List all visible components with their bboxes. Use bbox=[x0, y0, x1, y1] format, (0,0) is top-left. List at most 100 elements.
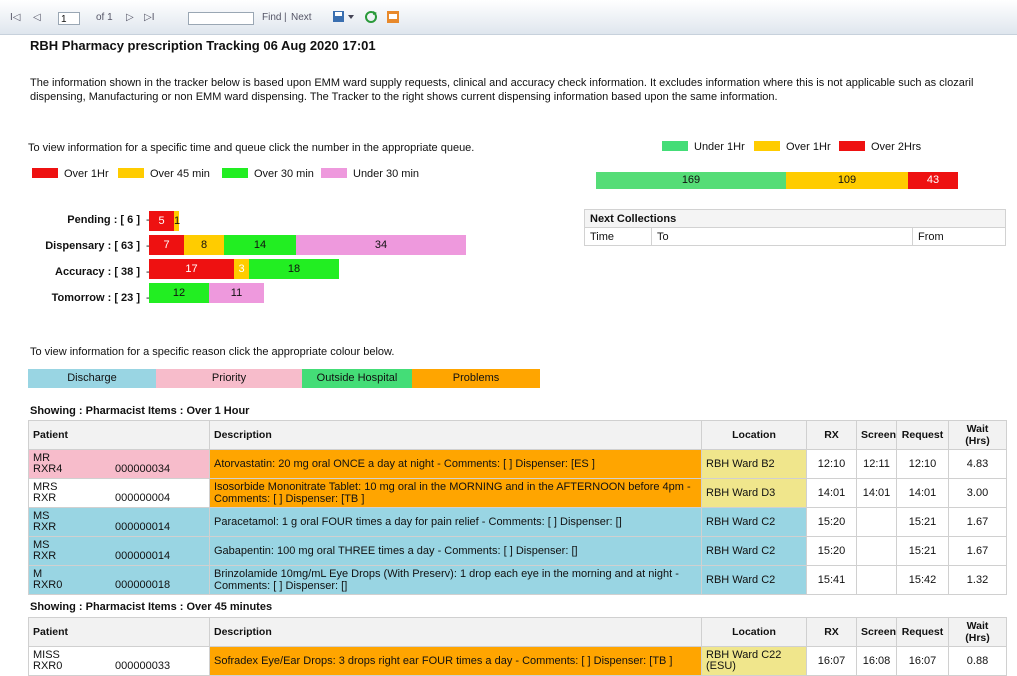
column-screen: Screen bbox=[856, 420, 897, 450]
location-cell: RBH Ward D3 bbox=[701, 478, 807, 508]
table-row[interactable]: M RXR0 000000018 Brinzolamide 10mg/mL Eye … bbox=[28, 565, 1007, 595]
request-cell: 15:21 bbox=[896, 536, 949, 566]
queue-label-pending: Pending : [ 6 ] bbox=[67, 214, 140, 226]
column-request: Request bbox=[896, 420, 949, 450]
screen-cell: 14:01 bbox=[856, 478, 897, 508]
find-link[interactable]: Find bbox=[262, 12, 281, 23]
location-cell: RBH Ward C22 (ESU) bbox=[701, 646, 807, 676]
description-cell[interactable]: Gabapentin: 100 mg oral THREE times a da… bbox=[209, 536, 702, 566]
wait-cell: 1.67 bbox=[948, 507, 1007, 537]
queue-bar-segment[interactable]: 17 bbox=[149, 259, 234, 279]
table-row[interactable]: MISS RXR0 000000033 Sofradex Eye/Ear Drops… bbox=[28, 646, 1007, 676]
queue-bar-segment[interactable]: 14 bbox=[224, 235, 296, 255]
tracker-bar-under-1hr[interactable]: 169 bbox=[596, 172, 786, 189]
column-wait: Wait (Hrs) bbox=[948, 420, 1007, 450]
first-page-icon[interactable]: I◁ bbox=[10, 12, 20, 23]
queue-bar-segment[interactable]: 1 bbox=[174, 211, 180, 231]
patient-cell[interactable]: MRS RXR 000000004 bbox=[28, 478, 210, 508]
report-toolbar: I◁ ◁ 1 of 1 ▷ ▷I Find | Next bbox=[0, 0, 1017, 35]
column-location: Location bbox=[701, 420, 807, 450]
queue-hint: To view information for a specific time … bbox=[28, 142, 475, 154]
queue-label-accuracy: Accuracy : [ 38 ] bbox=[55, 266, 140, 278]
reason-outside-hospital-button[interactable]: Outside Hospital bbox=[302, 369, 412, 388]
find-separator: | bbox=[284, 12, 287, 23]
wait-cell: 3.00 bbox=[948, 478, 1007, 508]
column-wait: Wait (Hrs) bbox=[948, 617, 1007, 647]
request-cell: 12:10 bbox=[896, 449, 949, 479]
queue-bar-segment[interactable]: 12 bbox=[149, 283, 209, 303]
table-row[interactable]: MRS RXR 000000004 Isosorbide Mononitrate T… bbox=[28, 478, 1007, 508]
legend-swatch bbox=[839, 141, 865, 151]
find-input[interactable] bbox=[188, 12, 254, 25]
previous-page-icon[interactable]: ◁ bbox=[33, 12, 41, 23]
screen-cell bbox=[856, 565, 897, 595]
patient-cell[interactable]: MR RXR4 000000034 bbox=[28, 449, 210, 479]
pharmacist-items-table-over-1-hour: Patient Description Location RX Screen R… bbox=[28, 420, 1007, 595]
reason-priority-button[interactable]: Priority bbox=[156, 369, 302, 388]
description-cell[interactable]: Isosorbide Mononitrate Tablet: 10 mg ora… bbox=[209, 478, 702, 508]
queue-legend-under-30: Under 30 min bbox=[321, 168, 419, 180]
legend-swatch bbox=[662, 141, 688, 151]
rx-cell: 16:07 bbox=[806, 646, 857, 676]
print-icon[interactable] bbox=[386, 10, 400, 27]
next-collections-table: Next Collections Time To From bbox=[584, 209, 1006, 246]
rx-cell: 15:41 bbox=[806, 565, 857, 595]
rx-cell: 15:20 bbox=[806, 536, 857, 566]
reason-problems-button[interactable]: Problems bbox=[412, 369, 540, 388]
screen-cell: 16:08 bbox=[856, 646, 897, 676]
location-cell: RBH Ward C2 bbox=[701, 536, 807, 566]
queue-bar-segment[interactable]: 3 bbox=[234, 259, 249, 279]
table-header-row: Patient Description Location RX Screen R… bbox=[28, 617, 1007, 647]
next-page-icon[interactable]: ▷ bbox=[126, 12, 134, 23]
queue-legend-over-45: Over 45 min bbox=[118, 168, 210, 180]
patient-cell[interactable]: MS RXR 000000014 bbox=[28, 507, 210, 537]
pharmacist-items-table-over-45-minutes: Patient Description Location RX Screen R… bbox=[28, 617, 1007, 676]
screen-cell bbox=[856, 507, 897, 537]
patient-cell[interactable]: MISS RXR0 000000033 bbox=[28, 646, 210, 676]
find-next-link[interactable]: Next bbox=[291, 12, 312, 23]
table-row[interactable]: MS RXR 000000014 Paracetamol: 1 g oral FOU… bbox=[28, 507, 1007, 537]
wait-cell: 4.83 bbox=[948, 449, 1007, 479]
column-request: Request bbox=[896, 617, 949, 647]
legend-swatch bbox=[222, 168, 248, 178]
description-cell[interactable]: Atorvastatin: 20 mg oral ONCE a day at n… bbox=[209, 449, 702, 479]
table-row[interactable]: MS RXR 000000014 Gabapentin: 100 mg oral T… bbox=[28, 536, 1007, 566]
queue-bar-segment[interactable]: 18 bbox=[249, 259, 339, 279]
tracker-bar-over-2hrs[interactable]: 43 bbox=[908, 172, 958, 189]
patient-cell[interactable]: MS RXR 000000014 bbox=[28, 536, 210, 566]
request-cell: 15:42 bbox=[896, 565, 949, 595]
queue-bar-segment[interactable]: 7 bbox=[149, 235, 184, 255]
column-screen: Screen bbox=[856, 617, 897, 647]
column-patient: Patient bbox=[28, 617, 210, 647]
patient-cell[interactable]: M RXR0 000000018 bbox=[28, 565, 210, 595]
column-to: To bbox=[651, 227, 913, 246]
location-cell: RBH Ward C2 bbox=[701, 565, 807, 595]
request-cell: 14:01 bbox=[896, 478, 949, 508]
refresh-icon[interactable] bbox=[364, 10, 378, 27]
export-icon[interactable] bbox=[332, 10, 356, 27]
next-collections-title: Next Collections bbox=[584, 209, 1006, 228]
queue-bar-segment[interactable]: 34 bbox=[296, 235, 466, 255]
column-rx: RX bbox=[806, 420, 857, 450]
queue-legend-over-30: Over 30 min bbox=[222, 168, 314, 180]
queue-bar-segment[interactable]: 11 bbox=[209, 283, 264, 303]
column-description: Description bbox=[209, 420, 702, 450]
description-cell[interactable]: Sofradex Eye/Ear Drops: 3 drops right ea… bbox=[209, 646, 702, 676]
queue-bar-segment[interactable]: 8 bbox=[184, 235, 224, 255]
section-title-over-1-hour: Showing : Pharmacist Items : Over 1 Hour bbox=[30, 405, 250, 417]
screen-cell: 12:11 bbox=[856, 449, 897, 479]
description-cell[interactable]: Paracetamol: 1 g oral FOUR times a day f… bbox=[209, 507, 702, 537]
legend-swatch bbox=[32, 168, 58, 178]
screen-cell bbox=[856, 536, 897, 566]
tracker-legend-over-2hrs: Over 2Hrs bbox=[839, 141, 921, 153]
reason-discharge-button[interactable]: Discharge bbox=[28, 369, 156, 388]
column-time: Time bbox=[584, 227, 652, 246]
queue-bar-segment[interactable]: 5 bbox=[149, 211, 174, 231]
table-row[interactable]: MR RXR4 000000034 Atorvastatin: 20 mg oral… bbox=[28, 449, 1007, 479]
description-cell[interactable]: Brinzolamide 10mg/mL Eye Drops (With Pre… bbox=[209, 565, 702, 595]
tracker-bar-over-1hr[interactable]: 109 bbox=[786, 172, 908, 189]
column-rx: RX bbox=[806, 617, 857, 647]
page-number-input[interactable]: 1 bbox=[58, 12, 80, 25]
section-title-over-45-minutes: Showing : Pharmacist Items : Over 45 min… bbox=[30, 601, 273, 613]
last-page-icon[interactable]: ▷I bbox=[144, 12, 154, 23]
